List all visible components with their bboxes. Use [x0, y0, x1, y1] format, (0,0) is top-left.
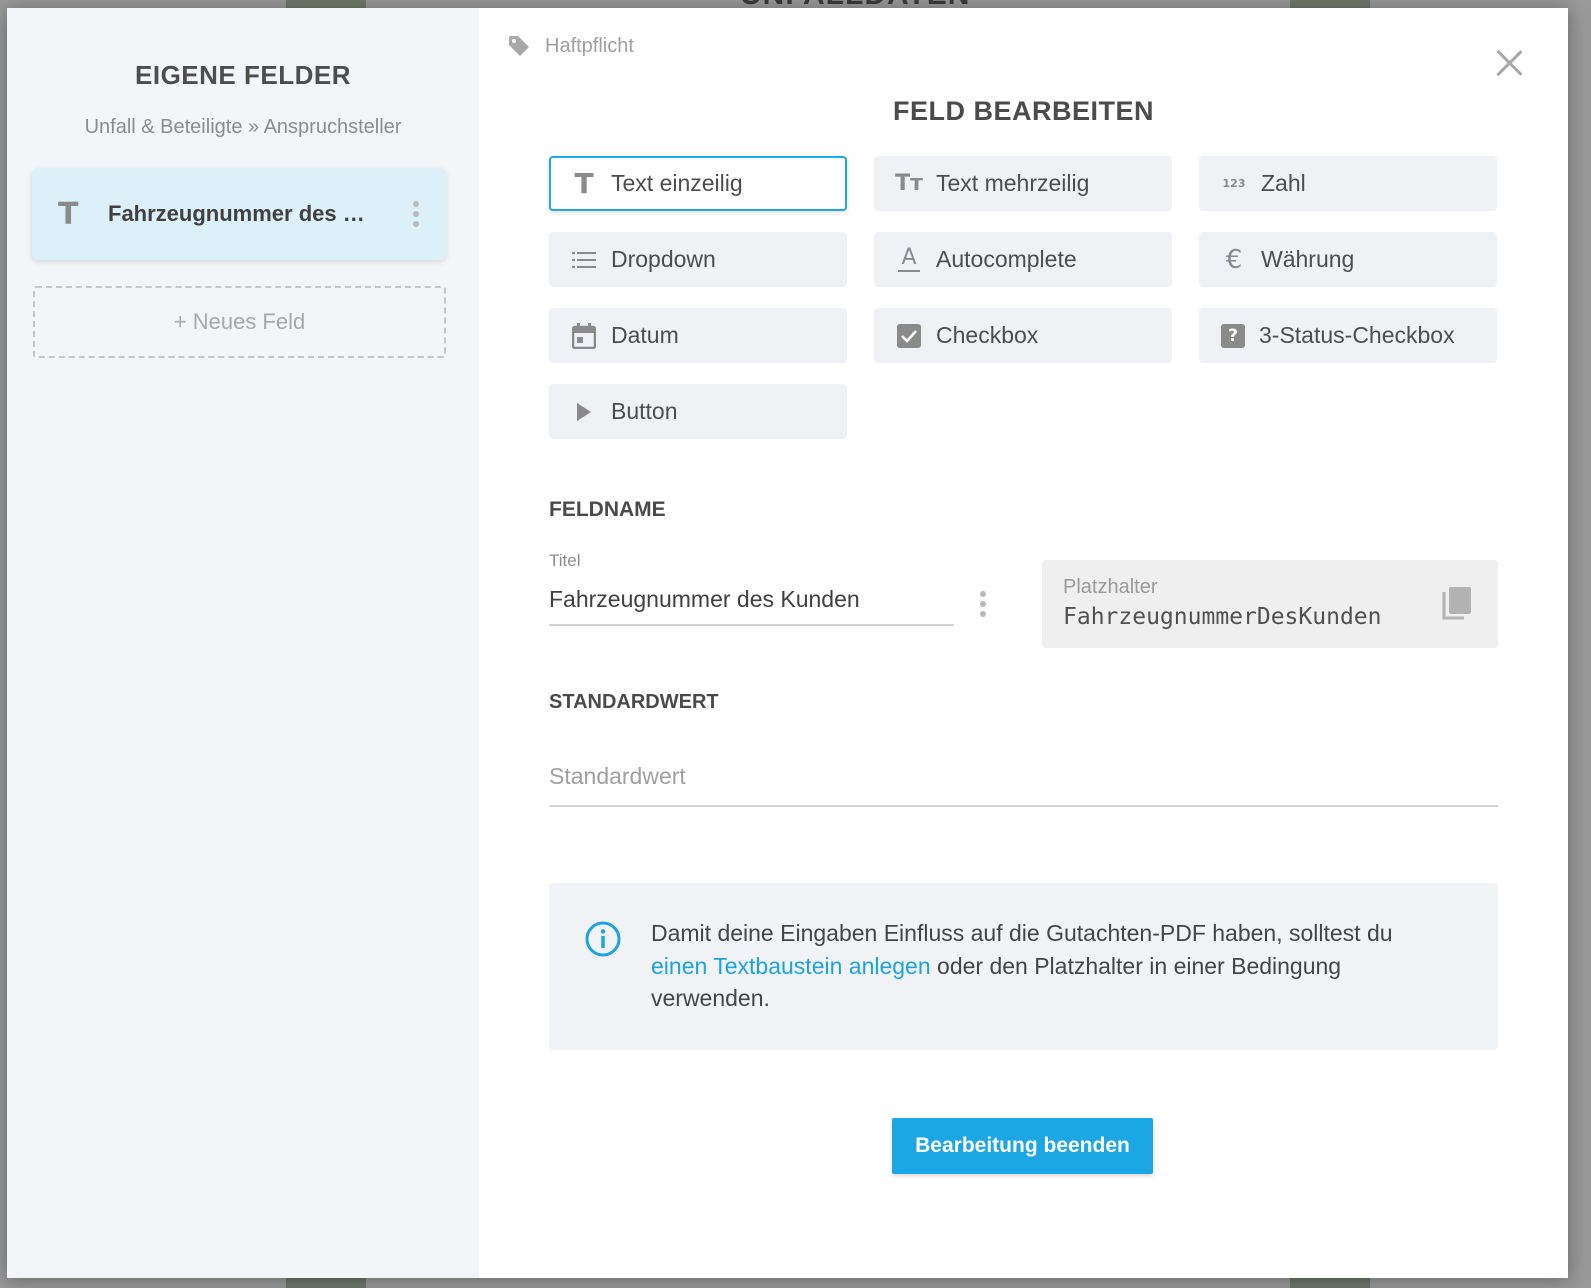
- type-button[interactable]: Button: [549, 384, 847, 439]
- info-icon: [585, 921, 621, 957]
- type-label: Text einzeilig: [611, 170, 743, 196]
- default-value-input[interactable]: Standardwert: [549, 763, 1498, 807]
- finish-editing-button[interactable]: Bearbeitung beenden: [892, 1118, 1153, 1174]
- type-date[interactable]: Datum: [549, 308, 847, 363]
- custom-fields-sidebar: EIGENE FELDER Unfall & Beteiligte » Ansp…: [7, 8, 479, 1278]
- breadcrumb: Haftpflicht: [507, 34, 634, 58]
- field-editor: Haftpflicht FELD BEARBEITEN T Text einze…: [479, 8, 1568, 1278]
- new-field-button[interactable]: + Neues Feld: [33, 286, 446, 358]
- play-icon: [571, 399, 597, 425]
- type-currency[interactable]: € Währung: [1199, 232, 1497, 287]
- more-options-icon[interactable]: [406, 196, 426, 232]
- field-type-grid: T Text einzeilig Tт Text mehrzeilig 123 …: [549, 156, 1498, 439]
- type-label: Checkbox: [936, 322, 1039, 348]
- text-multi-icon: Tт: [895, 171, 923, 196]
- type-tristate-checkbox[interactable]: ? 3-Status-Checkbox: [1199, 308, 1497, 363]
- type-text-single[interactable]: T Text einzeilig: [549, 156, 847, 211]
- edit-field-modal: EIGENE FELDER Unfall & Beteiligte » Ansp…: [7, 8, 1568, 1278]
- type-autocomplete[interactable]: A Autocomplete: [874, 232, 1172, 287]
- type-label: Währung: [1261, 246, 1355, 272]
- tag-icon: [509, 36, 529, 56]
- calendar-icon: [571, 322, 597, 349]
- number-icon: 123: [1222, 177, 1246, 190]
- field-card-label: Fahrzeugnummer des Kunden: [108, 201, 378, 226]
- title-label: Titel: [549, 551, 581, 570]
- type-label: Datum: [611, 322, 679, 348]
- fieldname-heading: FELDNAME: [549, 498, 666, 521]
- autocomplete-icon: A: [896, 246, 922, 273]
- field-card-selected[interactable]: T Fahrzeugnummer des Kunden: [32, 168, 446, 260]
- sidebar-title: EIGENE FELDER: [135, 60, 351, 90]
- info-text: Damit deine Eingaben Einfluss auf die Gu…: [651, 917, 1451, 1015]
- checkbox-icon: [896, 323, 922, 349]
- copy-icon[interactable]: [1440, 586, 1472, 622]
- title-input[interactable]: Fahrzeugnummer des Kunden: [549, 582, 954, 626]
- editor-title: FELD BEARBEITEN: [892, 96, 1154, 126]
- type-checkbox[interactable]: Checkbox: [874, 308, 1172, 363]
- close-icon[interactable]: [1492, 46, 1526, 80]
- type-label: Zahl: [1261, 170, 1306, 196]
- euro-icon: €: [1225, 244, 1243, 275]
- text-type-icon: T: [58, 196, 79, 232]
- placeholder-box: Platzhalter FahrzeugnummerDesKunden: [1042, 560, 1498, 648]
- type-label: Dropdown: [611, 246, 716, 272]
- type-label: Autocomplete: [936, 246, 1077, 272]
- info-box: Damit deine Eingaben Einfluss auf die Gu…: [549, 883, 1498, 1050]
- type-label: 3-Status-Checkbox: [1259, 322, 1455, 348]
- question-box-icon: ?: [1221, 323, 1245, 348]
- placeholder-label: Platzhalter: [1063, 576, 1158, 598]
- default-value-heading: STANDARDWERT: [549, 691, 719, 713]
- type-text-multi[interactable]: Tт Text mehrzeilig: [874, 156, 1172, 211]
- type-dropdown[interactable]: Dropdown: [549, 232, 847, 287]
- type-number[interactable]: 123 Zahl: [1199, 156, 1497, 211]
- text-single-icon: T: [574, 167, 594, 200]
- info-text-before: Damit deine Eingaben Einfluss auf die Gu…: [651, 920, 1393, 946]
- type-label: Button: [611, 398, 678, 424]
- list-icon: [571, 247, 597, 273]
- title-options-icon[interactable]: [973, 586, 993, 622]
- placeholder-value: FahrzeugnummerDesKunden: [1063, 604, 1382, 630]
- type-label: Text mehrzeilig: [936, 170, 1090, 196]
- breadcrumb-label: Haftpflicht: [545, 34, 634, 57]
- create-text-block-link[interactable]: einen Textbaustein anlegen: [651, 953, 931, 979]
- sidebar-subtitle: Unfall & Beteiligte » Anspruchsteller: [84, 116, 402, 138]
